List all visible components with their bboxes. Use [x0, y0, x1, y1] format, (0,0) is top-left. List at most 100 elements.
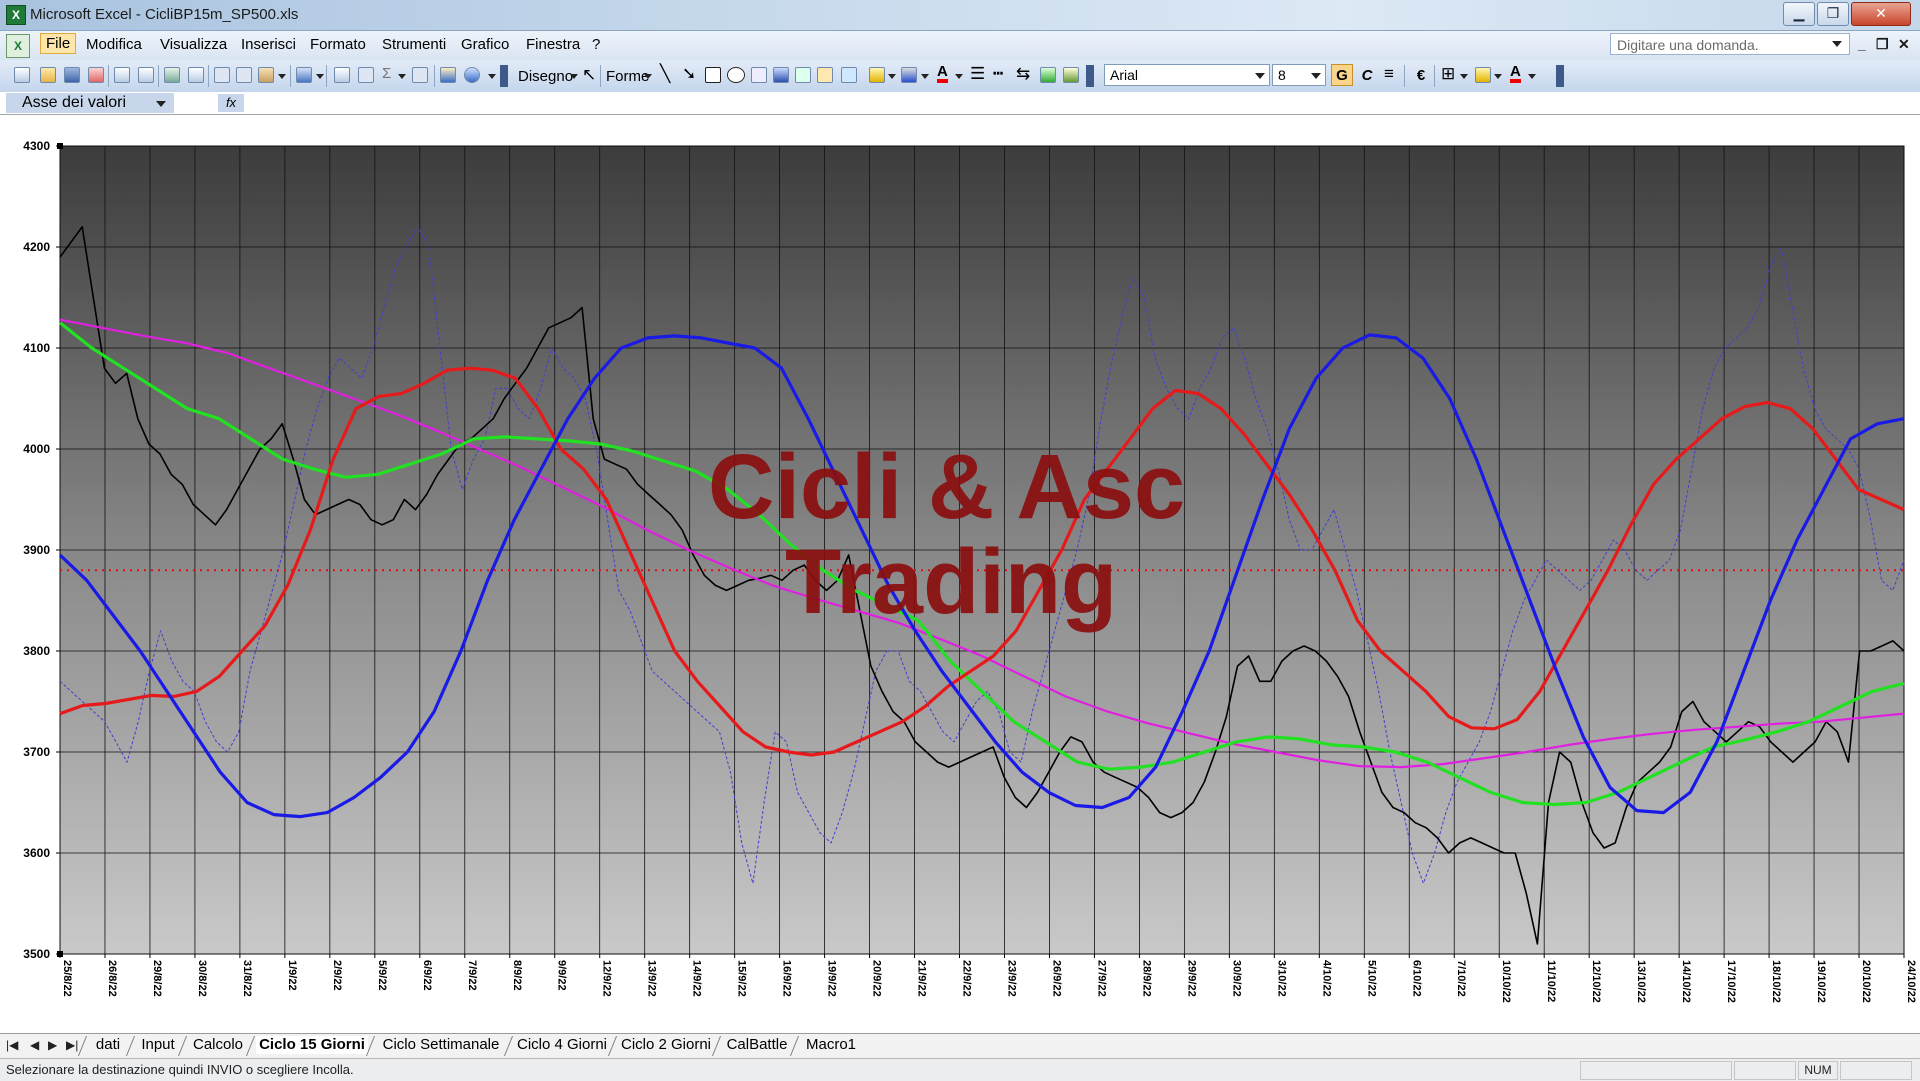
text-color-dropdown-icon[interactable] — [1528, 74, 1536, 79]
merge-icon[interactable] — [358, 67, 374, 83]
research-icon[interactable] — [188, 67, 204, 83]
textbox-icon[interactable] — [751, 67, 767, 83]
excel-app-icon[interactable]: X — [6, 5, 26, 25]
help-dropdown-icon[interactable] — [1832, 41, 1842, 47]
spelling-icon[interactable] — [164, 67, 180, 83]
picture-icon[interactable] — [841, 67, 857, 83]
autosum-dropdown-icon[interactable] — [398, 74, 406, 79]
line-style-icon[interactable]: ☰ — [970, 64, 985, 84]
diagram-icon[interactable] — [795, 67, 811, 83]
pdf-icon[interactable] — [88, 67, 104, 83]
font-color-icon[interactable]: A — [937, 64, 948, 83]
chart-svg[interactable]: 3500 3600 3700 3800 3900 4000 4100 4200 4300 25/8… — [0, 115, 1920, 1033]
workbook-icon[interactable]: X — [6, 34, 30, 58]
hyperlink-icon[interactable] — [334, 67, 350, 83]
shadow-style-icon[interactable] — [1040, 67, 1056, 83]
insert-function-button[interactable]: fx — [218, 94, 244, 112]
font-size-dropdown-icon[interactable] — [1311, 73, 1321, 79]
open-icon[interactable] — [40, 67, 56, 83]
menu-modifica[interactable]: Modifica — [86, 36, 142, 53]
print-icon[interactable] — [114, 67, 130, 83]
chart-wizard-icon[interactable] — [440, 67, 456, 83]
autosum-icon[interactable]: Σ — [382, 65, 391, 82]
arrow-icon[interactable]: ➘ — [682, 64, 696, 84]
align-icon[interactable]: ≡ — [1384, 64, 1394, 84]
drawing-menu[interactable]: Disegno — [518, 68, 573, 85]
minimize-button[interactable]: ▁ — [1783, 2, 1815, 26]
font-size-select[interactable]: 8 — [1272, 64, 1326, 86]
undo-icon[interactable] — [296, 67, 312, 83]
3d-style-icon[interactable] — [1063, 67, 1079, 83]
save-icon[interactable] — [64, 67, 80, 83]
cell-fill-dropdown-icon[interactable] — [1494, 74, 1502, 79]
doc-restore-icon[interactable]: ❐ — [1876, 36, 1889, 53]
font-color-dropdown-icon[interactable] — [955, 74, 963, 79]
x-tick-label: 12/9/22 — [601, 960, 613, 997]
italic-button[interactable]: C — [1356, 64, 1378, 86]
sheet-tab-ciclo-15-giorni[interactable]: Ciclo 15 Giorni — [256, 1036, 368, 1054]
toolbar-options-icon[interactable] — [488, 74, 496, 79]
undo-dropdown-icon[interactable] — [316, 74, 324, 79]
borders-dropdown-icon[interactable] — [1460, 74, 1468, 79]
next-sheet-icon[interactable]: ▶ — [48, 1038, 57, 1052]
help-icon[interactable] — [464, 67, 480, 83]
sheet-tab-ciclo-4-giorni[interactable]: Ciclo 4 Giorni — [514, 1036, 610, 1054]
new-icon[interactable] — [14, 67, 30, 83]
x-tick-label: 3/10/22 — [1275, 960, 1287, 997]
paste-icon[interactable] — [258, 67, 274, 83]
sheet-tab-ciclo-settimanale[interactable]: Ciclo Settimanale — [376, 1036, 506, 1054]
sheet-tab-dati[interactable]: dati — [88, 1036, 128, 1054]
autoshapes-dropdown-icon[interactable] — [644, 74, 652, 79]
first-sheet-icon[interactable]: |◀ — [6, 1038, 18, 1052]
menu-strumenti[interactable]: Strumenti — [382, 36, 446, 53]
drawing-dropdown-icon[interactable] — [570, 74, 578, 79]
sort-icon[interactable] — [412, 67, 428, 83]
sheet-tab-calbattle[interactable]: CalBattle — [722, 1036, 792, 1054]
wordart-icon[interactable] — [773, 67, 789, 83]
font-name-dropdown-icon[interactable] — [1255, 73, 1265, 79]
chart-area[interactable]: 3500 3600 3700 3800 3900 4000 4100 4200 4300 25/8… — [0, 115, 1920, 1035]
select-objects-icon[interactable]: ↖ — [582, 65, 596, 85]
borders-icon[interactable]: ⊞ — [1441, 64, 1455, 84]
dash-style-icon[interactable]: ┅ — [993, 64, 1003, 84]
line-color-icon[interactable] — [901, 67, 917, 83]
fill-color-icon[interactable] — [869, 67, 885, 83]
prev-sheet-icon[interactable]: ◀ — [30, 1038, 39, 1052]
paste-dropdown-icon[interactable] — [278, 74, 286, 79]
euro-button[interactable]: € — [1410, 64, 1432, 86]
help-question-box[interactable]: Digitare una domanda. — [1610, 33, 1850, 55]
name-box[interactable]: Asse dei valori — [6, 93, 174, 113]
fill-color-dropdown-icon[interactable] — [888, 74, 896, 79]
close-button[interactable]: ✕ — [1851, 2, 1911, 26]
print-preview-icon[interactable] — [138, 67, 154, 83]
menu-finestra[interactable]: Finestra — [526, 36, 580, 53]
sheet-tab-ciclo-2-giorni[interactable]: Ciclo 2 Giorni — [618, 1036, 714, 1054]
oval-icon[interactable] — [727, 67, 745, 83]
restore-button[interactable]: ❐ — [1817, 2, 1849, 26]
autoshapes-menu[interactable]: Forme — [606, 68, 649, 85]
bold-button[interactable]: G — [1331, 64, 1353, 86]
menu-grafico[interactable]: Grafico — [461, 36, 509, 53]
sheet-tab-calcolo[interactable]: Calcolo — [188, 1036, 248, 1054]
copy-icon[interactable] — [236, 67, 252, 83]
menu-formato[interactable]: Formato — [310, 36, 366, 53]
cut-icon[interactable] — [214, 67, 230, 83]
sheet-tab-input[interactable]: Input — [136, 1036, 180, 1054]
sheet-tab-macro1[interactable]: Macro1 — [800, 1036, 862, 1054]
cell-fill-icon[interactable] — [1475, 67, 1491, 83]
font-name-select[interactable]: Arial — [1104, 64, 1270, 86]
menu-visualizza[interactable]: Visualizza — [160, 36, 227, 53]
doc-close-icon[interactable]: ✕ — [1898, 36, 1910, 53]
arrow-style-icon[interactable]: ⇆ — [1016, 64, 1030, 84]
text-color-icon[interactable]: A — [1510, 64, 1521, 83]
last-sheet-icon[interactable]: ▶| — [66, 1038, 78, 1052]
doc-minimize-icon[interactable]: _ — [1858, 36, 1866, 52]
rectangle-icon[interactable] — [705, 67, 721, 83]
line-icon[interactable]: ╲ — [660, 64, 670, 84]
name-box-dropdown-icon[interactable] — [156, 101, 166, 107]
line-color-dropdown-icon[interactable] — [921, 74, 929, 79]
clipart-icon[interactable] — [817, 67, 833, 83]
menu-help[interactable]: ? — [592, 36, 600, 53]
menu-inserisci[interactable]: Inserisci — [241, 36, 296, 53]
menu-file[interactable]: File — [40, 33, 77, 54]
